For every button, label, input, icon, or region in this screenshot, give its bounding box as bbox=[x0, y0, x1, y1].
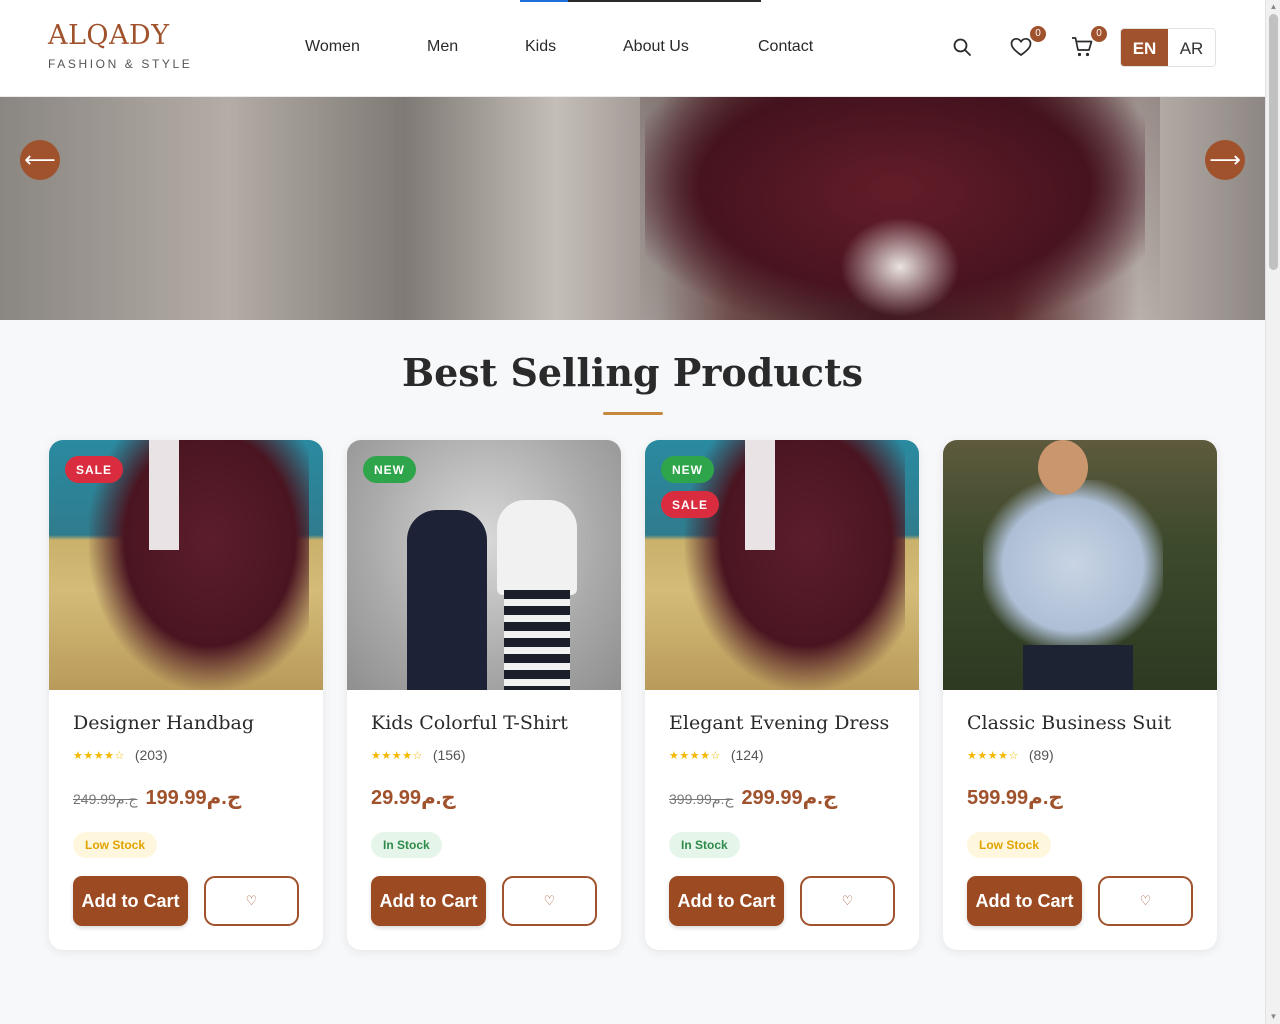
product-card[interactable]: SALE Designer Handbag ★★★★☆ (203) 249.99ج… bbox=[49, 440, 323, 950]
old-price: 399.99ج.م bbox=[669, 791, 734, 807]
loading-bar bbox=[520, 0, 761, 2]
add-to-wishlist-button[interactable]: ♡ bbox=[800, 876, 895, 926]
review-count: (156) bbox=[432, 747, 466, 763]
loading-bar-fill bbox=[520, 0, 568, 2]
lang-ar-button[interactable]: AR bbox=[1168, 29, 1215, 66]
hero-carousel: ⟵ ⟶ bbox=[0, 97, 1265, 320]
add-to-wishlist-button[interactable]: ♡ bbox=[502, 876, 597, 926]
nav-about[interactable]: About Us bbox=[623, 38, 758, 56]
product-card[interactable]: NEW Kids Colorful T-Shirt ★★★★☆ (156) 29.… bbox=[347, 440, 621, 950]
nav-kids[interactable]: Kids bbox=[525, 38, 623, 56]
sale-badge: SALE bbox=[65, 456, 124, 483]
cart-count-badge: 0 bbox=[1091, 26, 1107, 42]
product-name[interactable]: Designer Handbag bbox=[73, 712, 299, 734]
review-count: (124) bbox=[730, 747, 764, 763]
product-name[interactable]: Elegant Evening Dress bbox=[669, 712, 895, 734]
section-title: Best Selling Products bbox=[401, 350, 864, 395]
main-nav: Women Men Kids About Us Contact bbox=[305, 38, 813, 56]
page-scrollbar[interactable]: ▲ ▼ bbox=[1265, 0, 1280, 1024]
site-header: ALQADY FASHION & STYLE Women Men Kids Ab… bbox=[0, 0, 1265, 97]
stock-badge: Low Stock bbox=[967, 832, 1052, 858]
new-badge: NEW bbox=[363, 456, 416, 483]
review-count: (203) bbox=[134, 747, 168, 763]
search-icon[interactable] bbox=[950, 34, 974, 60]
product-image[interactable] bbox=[943, 440, 1217, 690]
rating-stars: ★★★★☆ bbox=[967, 749, 1019, 762]
language-switcher: EN AR bbox=[1120, 28, 1216, 67]
title-underline bbox=[603, 412, 663, 415]
add-to-wishlist-button[interactable]: ♡ bbox=[1098, 876, 1193, 926]
logo-tagline: FASHION & STYLE bbox=[48, 57, 193, 71]
lang-en-button[interactable]: EN bbox=[1121, 29, 1168, 66]
scroll-down-arrow-icon[interactable]: ▼ bbox=[1269, 1012, 1278, 1021]
product-name[interactable]: Classic Business Suit bbox=[967, 712, 1193, 734]
wishlist-count-badge: 0 bbox=[1030, 26, 1046, 42]
add-to-cart-button[interactable]: Add to Cart bbox=[73, 876, 188, 926]
logo[interactable]: ALQADY FASHION & STYLE bbox=[48, 20, 192, 71]
sale-badge: SALE bbox=[661, 491, 720, 518]
rating-stars: ★★★★☆ bbox=[73, 749, 125, 762]
nav-women[interactable]: Women bbox=[305, 38, 427, 56]
nav-contact[interactable]: Contact bbox=[758, 38, 813, 56]
stock-badge: In Stock bbox=[371, 832, 442, 858]
price: 599.99ج.م bbox=[967, 787, 1063, 809]
review-count: (89) bbox=[1028, 747, 1054, 763]
product-card[interactable]: Classic Business Suit ★★★★☆ (89) 599.99ج.… bbox=[943, 440, 1217, 950]
nav-men[interactable]: Men bbox=[427, 38, 525, 56]
cart-icon[interactable]: 0 bbox=[1070, 26, 1107, 60]
add-to-cart-button[interactable]: Add to Cart bbox=[967, 876, 1082, 926]
price: 29.99ج.م bbox=[371, 787, 456, 809]
stock-badge: In Stock bbox=[669, 832, 740, 858]
carousel-prev-button[interactable]: ⟵ bbox=[20, 140, 60, 180]
logo-title: ALQADY bbox=[48, 20, 170, 51]
scroll-up-arrow-icon[interactable]: ▲ bbox=[1269, 2, 1278, 11]
add-to-cart-button[interactable]: Add to Cart bbox=[669, 876, 784, 926]
old-price: 249.99ج.م bbox=[73, 791, 138, 807]
wishlist-icon[interactable]: 0 bbox=[1009, 26, 1046, 60]
rating-stars: ★★★★☆ bbox=[669, 749, 721, 762]
rating-stars: ★★★★☆ bbox=[371, 749, 423, 762]
price: 299.99ج.م bbox=[741, 787, 838, 809]
add-to-wishlist-button[interactable]: ♡ bbox=[204, 876, 299, 926]
new-badge: NEW bbox=[661, 456, 714, 483]
stock-badge: Low Stock bbox=[73, 832, 158, 858]
price: 199.99ج.م bbox=[145, 787, 242, 809]
carousel-next-button[interactable]: ⟶ bbox=[1205, 140, 1245, 180]
product-card[interactable]: NEW SALE Elegant Evening Dress ★★★★☆ (124… bbox=[645, 440, 919, 950]
product-name[interactable]: Kids Colorful T-Shirt bbox=[371, 712, 597, 734]
scrollbar-thumb[interactable] bbox=[1269, 14, 1278, 270]
add-to-cart-button[interactable]: Add to Cart bbox=[371, 876, 486, 926]
